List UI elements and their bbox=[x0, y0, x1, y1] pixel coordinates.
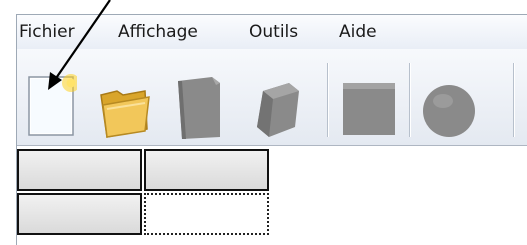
menu-fichier[interactable]: Fichier bbox=[19, 22, 75, 42]
toolbar-separator bbox=[513, 63, 515, 137]
toolbar-separator bbox=[327, 63, 329, 137]
circle-shape-button[interactable] bbox=[421, 69, 477, 141]
application-window: Fichier Affichage Outils Aide bbox=[16, 14, 527, 245]
cube-button[interactable] bbox=[249, 69, 305, 141]
grid-cell-selected[interactable] bbox=[144, 193, 269, 235]
toolbar bbox=[17, 49, 527, 146]
menu-affichage[interactable]: Affichage bbox=[118, 22, 198, 42]
new-file-icon bbox=[28, 74, 80, 136]
notebook-icon bbox=[178, 77, 220, 139]
menu-outils[interactable]: Outils bbox=[249, 22, 298, 42]
open-button[interactable] bbox=[97, 69, 153, 141]
square-shape-button[interactable] bbox=[337, 69, 395, 141]
circle-shape-icon bbox=[423, 85, 475, 137]
square-shape-icon bbox=[343, 83, 395, 135]
open-folder-icon bbox=[100, 90, 150, 138]
grid-cell[interactable] bbox=[17, 193, 142, 235]
new-file-button[interactable] bbox=[21, 69, 80, 141]
menu-aide[interactable]: Aide bbox=[339, 22, 377, 42]
notebook-button[interactable] bbox=[172, 69, 228, 141]
menu-bar: Fichier Affichage Outils Aide bbox=[17, 15, 527, 49]
grid-cell[interactable] bbox=[17, 149, 142, 191]
grid-cell[interactable] bbox=[144, 149, 269, 191]
toolbar-separator bbox=[409, 63, 411, 137]
cube-icon bbox=[257, 83, 299, 137]
